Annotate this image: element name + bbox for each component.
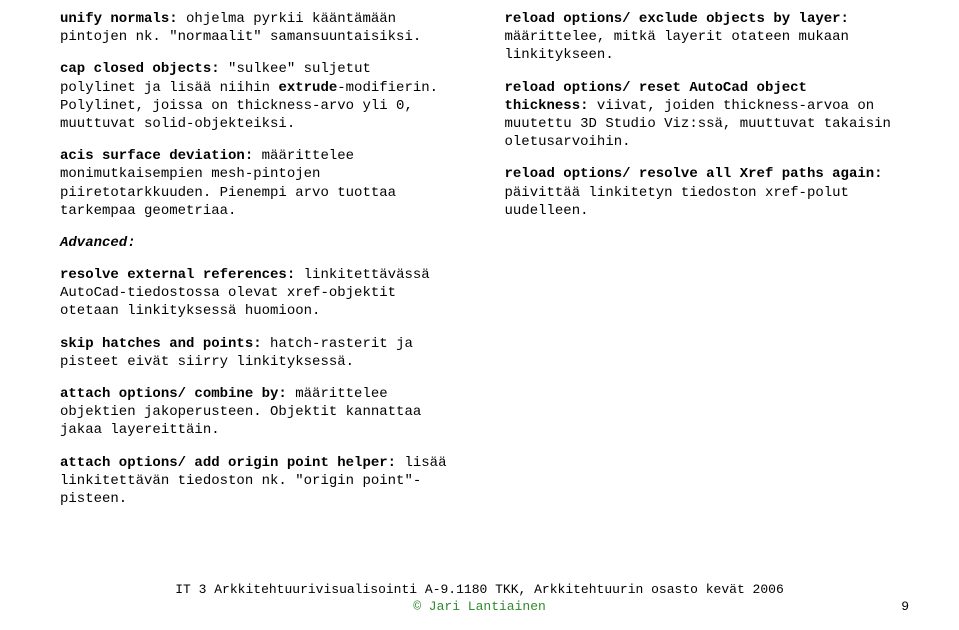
body-text: määrittelee, mitkä layerit otateen mukaa… xyxy=(505,29,849,63)
term: attach options/ combine by: xyxy=(60,386,287,402)
paragraph-acis-surface-deviation: acis surface deviation: määrittelee moni… xyxy=(60,147,455,220)
term: cap closed objects: xyxy=(60,61,220,77)
paragraph-skip-hatches-and-points: skip hatches and points: hatch-rasterit … xyxy=(60,335,455,371)
term: acis surface deviation: xyxy=(60,148,253,164)
paragraph-unify-normals: unify normals: ohjelma pyrkii kääntämään… xyxy=(60,10,455,46)
term: skip hatches and points: xyxy=(60,336,262,352)
page-footer: IT 3 Arkkitehtuurivisualisointi A-9.1180… xyxy=(0,582,959,616)
right-column: reload options/ exclude objects by layer… xyxy=(505,10,900,522)
footer-line-1: IT 3 Arkkitehtuurivisualisointi A-9.1180… xyxy=(175,582,784,597)
paragraph-reload-resolve-xref: reload options/ resolve all Xref paths a… xyxy=(505,165,900,220)
left-column: unify normals: ohjelma pyrkii kääntämään… xyxy=(60,10,455,522)
term: reload options/ exclude objects by layer… xyxy=(505,11,849,27)
body-text: päivittää linkitetyn tiedoston xref-polu… xyxy=(505,185,849,219)
term: attach options/ add origin point helper: xyxy=(60,455,396,471)
paragraph-cap-closed-objects: cap closed objects: "sulkee" suljetut po… xyxy=(60,60,455,133)
term-inline: extrude xyxy=(278,80,337,96)
term: reload options/ resolve all Xref paths a… xyxy=(505,166,883,182)
term: unify normals: xyxy=(60,11,178,27)
paragraph-resolve-external-references: resolve external references: linkitettäv… xyxy=(60,266,455,321)
heading-advanced: Advanced: xyxy=(60,234,455,252)
footer-line-2: © Jari Lantiainen xyxy=(413,599,546,614)
document-page: unify normals: ohjelma pyrkii kääntämään… xyxy=(0,0,959,630)
paragraph-reload-exclude-by-layer: reload options/ exclude objects by layer… xyxy=(505,10,900,65)
page-number: 9 xyxy=(901,599,909,616)
paragraph-attach-options-combine-by: attach options/ combine by: määrittelee … xyxy=(60,385,455,440)
two-column-layout: unify normals: ohjelma pyrkii kääntämään… xyxy=(60,10,899,522)
heading-text: Advanced: xyxy=(60,235,136,251)
paragraph-reload-reset-thickness: reload options/ reset AutoCad object thi… xyxy=(505,79,900,152)
paragraph-attach-options-add-origin: attach options/ add origin point helper:… xyxy=(60,454,455,509)
term: resolve external references: xyxy=(60,267,295,283)
